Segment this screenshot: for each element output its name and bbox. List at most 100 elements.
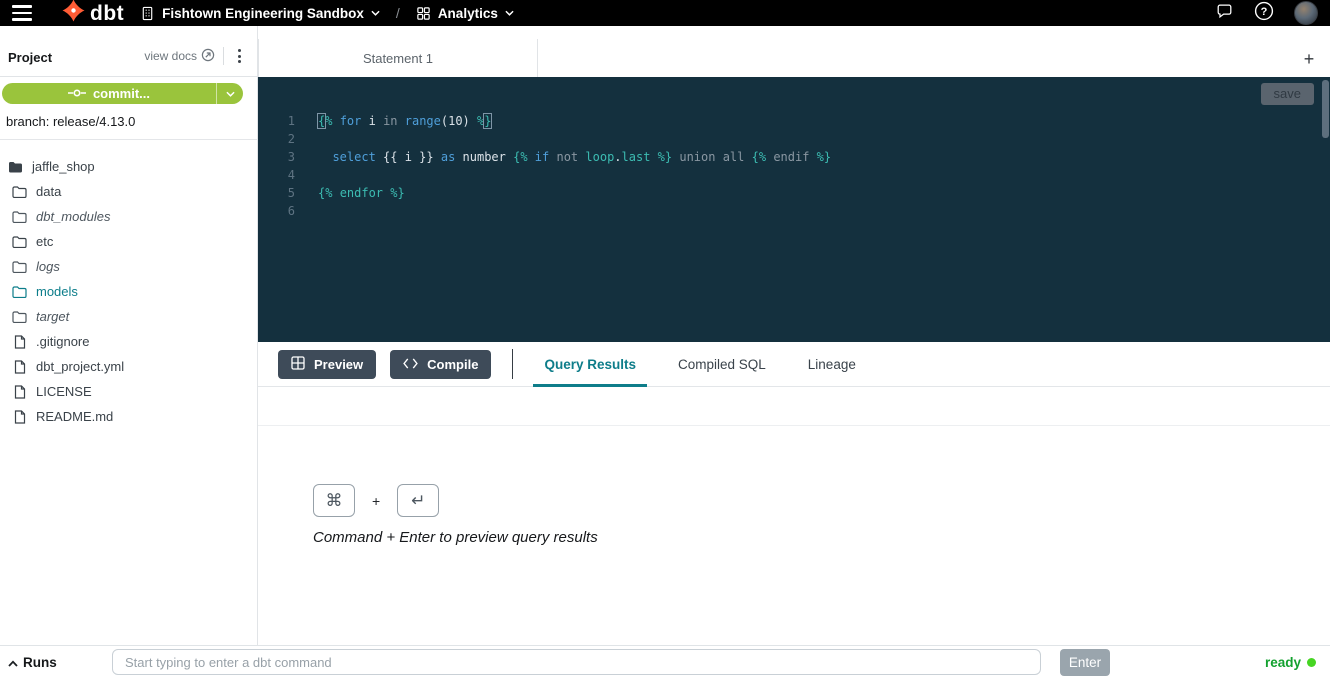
code-line[interactable]: 1 {% for i in range(10) %}	[258, 112, 1316, 130]
tree-item-etc[interactable]: etc	[0, 229, 257, 254]
git-commit-icon	[68, 86, 86, 101]
command-key-icon: ⌘	[313, 484, 355, 517]
shortcut-hint-text: Command + Enter to preview query results	[313, 529, 598, 546]
folder-icon	[12, 211, 27, 223]
tree-item-label: LICENSE	[36, 384, 92, 399]
tree-item-label: README.md	[36, 409, 113, 424]
project-switcher[interactable]: Analytics	[416, 6, 514, 21]
view-docs-link[interactable]: view docs	[144, 48, 215, 65]
tree-item-logs[interactable]: logs	[0, 254, 257, 279]
tab-query-results[interactable]: Query Results	[533, 342, 647, 387]
branch-label: branch: release/4.13.0	[6, 114, 135, 129]
folder-icon	[12, 186, 27, 198]
line-number: 4	[258, 166, 295, 184]
runs-toggle[interactable]: Runs	[8, 646, 57, 678]
chat-icon[interactable]	[1215, 2, 1234, 25]
plus-sign: +	[372, 493, 380, 509]
tree-item-label: target	[36, 309, 69, 324]
divider	[258, 425, 1330, 426]
view-docs-label: view docs	[144, 49, 197, 63]
editor-scrollbar[interactable]	[1322, 80, 1329, 138]
hamburger-menu-icon[interactable]	[12, 5, 32, 21]
tree-item-label: data	[36, 184, 61, 199]
project-name: Analytics	[438, 6, 498, 21]
code-line[interactable]: 3 select {{ i }} as number {% if not loo…	[258, 148, 1316, 166]
folder-icon	[12, 311, 27, 323]
tree-item-target[interactable]: target	[0, 304, 257, 329]
code-area[interactable]: 1 {% for i in range(10) %} 23 select {{ i …	[258, 112, 1316, 220]
tab-lineage[interactable]: Lineage	[797, 342, 867, 387]
commit-dropdown-caret[interactable]	[216, 83, 243, 104]
commit-button[interactable]: commit...	[2, 83, 243, 104]
runs-label: Runs	[23, 655, 57, 670]
top-bar: dbt Fishtown Engineering Sandbox /	[0, 0, 1330, 26]
tab-label: Statement 1	[363, 51, 433, 66]
commit-button-label: commit...	[93, 86, 150, 101]
tree-item-label: .gitignore	[36, 334, 89, 349]
code-text: select {{ i }} as number {% if not loop.…	[318, 148, 831, 166]
tree-item-dbt-modules[interactable]: dbt_modules	[0, 204, 257, 229]
chevron-down-icon	[505, 10, 514, 16]
avatar[interactable]	[1294, 1, 1318, 25]
status-label: ready	[1265, 655, 1301, 670]
status-indicator: ready	[1265, 646, 1316, 678]
new-tab-button[interactable]: +	[1298, 47, 1320, 71]
code-brackets-icon	[403, 357, 418, 372]
tree-item-label: etc	[36, 234, 53, 249]
help-icon[interactable]: ?	[1254, 1, 1274, 26]
tree-item-gitignore[interactable]: .gitignore	[0, 329, 257, 354]
folder-icon	[12, 236, 27, 248]
chevron-down-icon	[371, 10, 380, 16]
shortcut-hint-keys: ⌘ + ↵	[313, 484, 439, 517]
dbt-logo-icon	[62, 0, 85, 27]
tab-compiled-sql[interactable]: Compiled SQL	[667, 342, 777, 387]
tree-item-label: logs	[36, 259, 60, 274]
tree-item-license[interactable]: LICENSE	[0, 379, 257, 404]
results-toolbar: Preview Compile Query Results Compiled S…	[258, 342, 1330, 387]
code-line[interactable]: 5{% endfor %}	[258, 184, 1316, 202]
dbt-cloud-ide: dbt Fishtown Engineering Sandbox /	[0, 0, 1330, 678]
code-line[interactable]: 6	[258, 202, 1316, 220]
dbt-command-input[interactable]	[112, 649, 1041, 675]
brand-text: dbt	[90, 3, 124, 24]
tab-statement-1[interactable]: Statement 1	[258, 39, 538, 77]
line-number: 2	[258, 130, 295, 148]
tree-item-dbt-project-yml[interactable]: dbt_project.yml	[0, 354, 257, 379]
line-number: 1	[258, 112, 295, 130]
ready-dot-icon	[1307, 658, 1316, 667]
code-editor[interactable]: save 1 {% for i in range(10) %} 23 select …	[258, 77, 1330, 342]
file-icon	[12, 410, 27, 424]
svg-text:?: ?	[1261, 6, 1268, 18]
kebab-menu-icon[interactable]	[232, 47, 247, 65]
sidebar-title: Project	[8, 50, 52, 65]
enter-button[interactable]: Enter	[1060, 649, 1110, 676]
line-number: 6	[258, 202, 295, 220]
tree-item-jaffle-shop[interactable]: jaffle_shop	[0, 154, 257, 179]
enter-key-icon: ↵	[397, 484, 439, 517]
tree-item-data[interactable]: data	[0, 179, 257, 204]
grid-icon	[416, 6, 431, 21]
code-text: {% for i in range(10) %}	[318, 112, 491, 130]
tree-item-models[interactable]: models	[0, 279, 257, 304]
dbt-logo[interactable]: dbt	[62, 0, 124, 27]
tree-item-readme-md[interactable]: README.md	[0, 404, 257, 429]
line-number: 5	[258, 184, 295, 202]
save-button[interactable]: save	[1261, 83, 1314, 105]
account-switcher[interactable]: Fishtown Engineering Sandbox	[140, 6, 380, 21]
line-number: 3	[258, 148, 295, 166]
preview-button[interactable]: Preview	[278, 350, 376, 379]
code-line[interactable]: 2	[258, 130, 1316, 148]
file-icon	[12, 385, 27, 399]
breadcrumb-separator: /	[396, 5, 400, 21]
tree-item-label: models	[36, 284, 78, 299]
compile-button[interactable]: Compile	[390, 350, 491, 379]
folder-open-icon	[8, 161, 23, 173]
editor-tab-bar: Statement 1 +	[258, 26, 1330, 77]
file-icon	[12, 360, 27, 374]
code-line[interactable]: 4	[258, 166, 1316, 184]
file-tree: jaffle_shopdata dbt_modulesetc logs models t…	[0, 154, 257, 429]
tree-item-label: dbt_modules	[36, 209, 110, 224]
topbar-right: ?	[1215, 1, 1318, 26]
chevron-up-icon	[8, 655, 18, 670]
compile-button-label: Compile	[427, 357, 478, 372]
